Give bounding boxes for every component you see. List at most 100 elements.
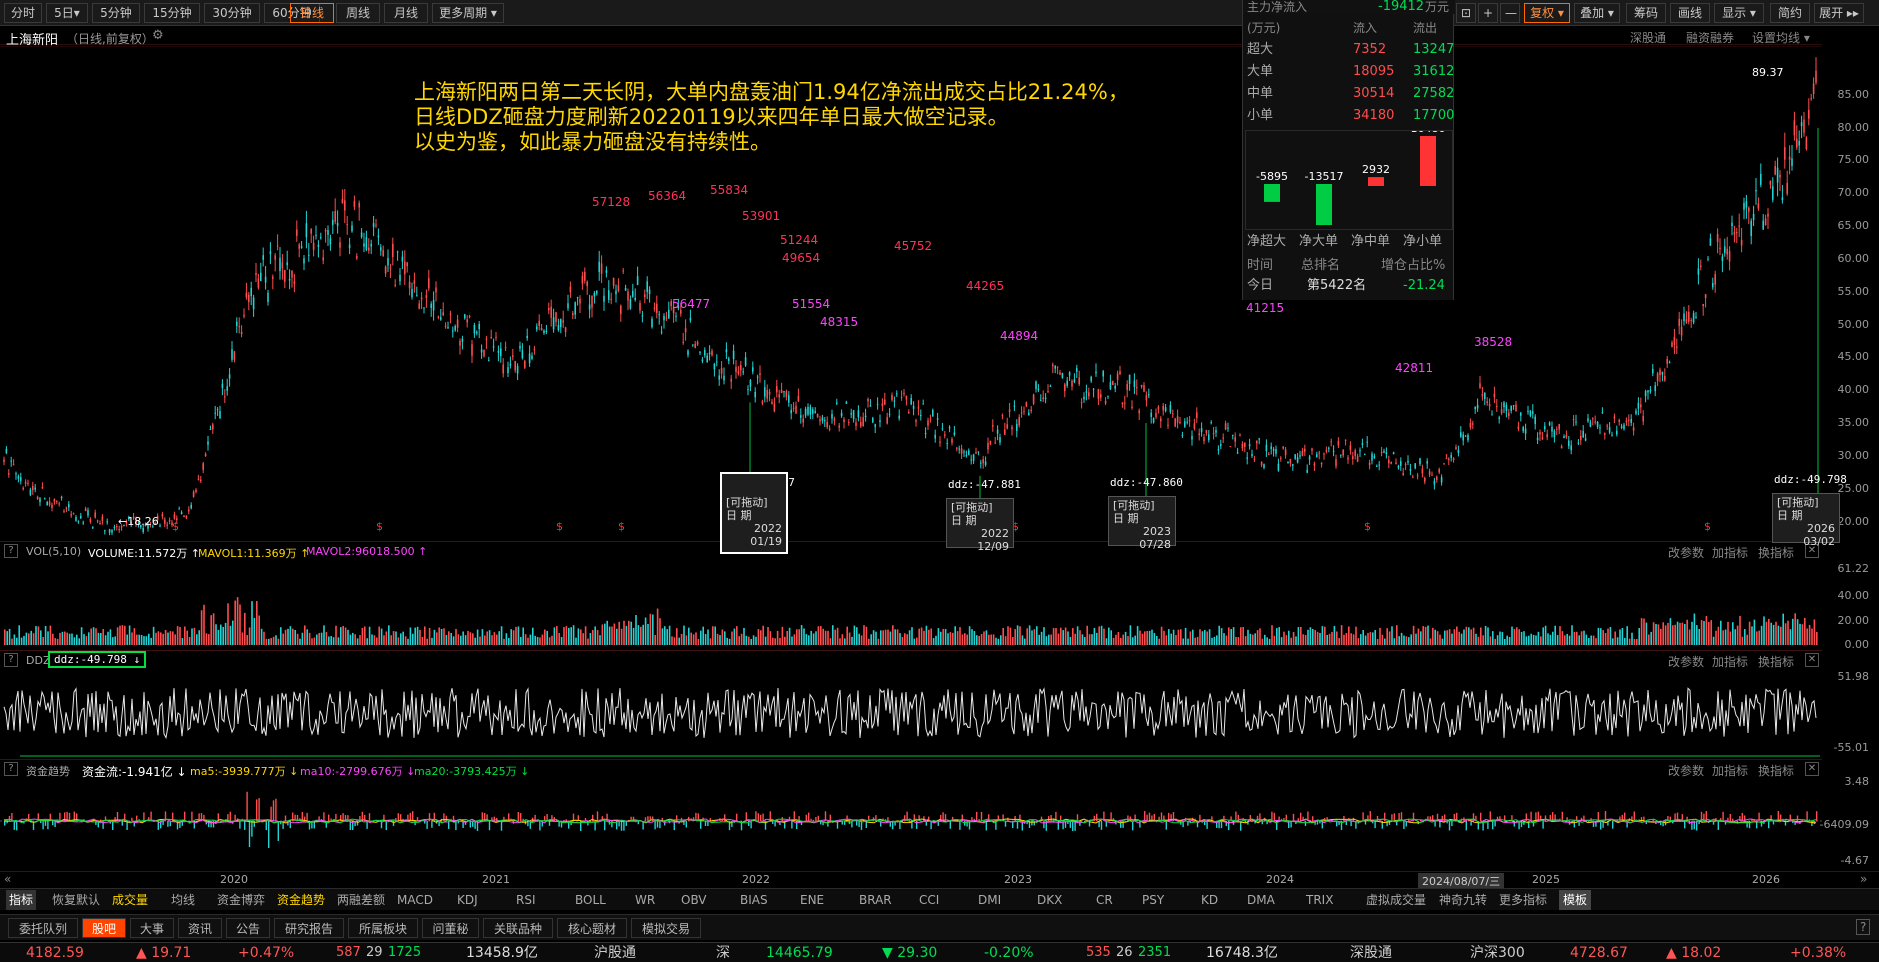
close-icon[interactable]: ✕ xyxy=(1805,653,1819,667)
indicator-tab[interactable]: CCI xyxy=(919,890,939,910)
period-tab-15min[interactable]: 15分钟 xyxy=(144,3,200,23)
period-tab-30min[interactable]: 30分钟 xyxy=(204,3,260,23)
zoom-out-button[interactable]: — xyxy=(1500,3,1520,23)
volume-bar xyxy=(664,626,666,645)
drag-box[interactable]: [可拖动] 日 期 2026 03/02 xyxy=(1772,493,1840,548)
hk-connect-link[interactable]: 深股通 xyxy=(1630,29,1666,46)
volume-bar xyxy=(59,632,61,645)
indicator-tab[interactable]: RSI xyxy=(516,890,536,910)
help-icon[interactable]: ? xyxy=(4,653,18,667)
info-tab[interactable]: 研究报告 xyxy=(274,918,344,938)
cursor-date: 2024/08/07/三 xyxy=(1418,873,1505,889)
info-tab[interactable]: 模拟交易 xyxy=(631,918,701,938)
indicator-tab[interactable]: ENE xyxy=(800,890,824,910)
help-icon[interactable]: ? xyxy=(1856,919,1871,935)
info-tab[interactable]: 资讯 xyxy=(178,918,222,938)
info-tab[interactable]: 大事 xyxy=(130,918,174,938)
period-tab-daily[interactable]: 日线 xyxy=(290,3,334,23)
period-tab-5min[interactable]: 5分钟 xyxy=(92,3,140,23)
expand-button[interactable]: 展开 ▸▸ xyxy=(1814,3,1864,23)
indicator-tab[interactable]: 成交量 xyxy=(112,890,148,910)
info-tab[interactable]: 关联品种 xyxy=(483,918,553,938)
info-tab[interactable]: 委托队列 xyxy=(8,918,78,938)
simple-mode-button[interactable]: 简约 xyxy=(1770,3,1810,23)
candle-body xyxy=(92,527,94,529)
indicator-tab[interactable]: CR xyxy=(1096,890,1113,910)
scroll-right-icon[interactable]: » xyxy=(1860,872,1867,886)
candle-body xyxy=(524,360,526,368)
candle-body xyxy=(783,391,785,393)
display-dropdown[interactable]: 显示 ▾ xyxy=(1714,3,1764,23)
volume-bar xyxy=(1417,628,1420,645)
indicator-tab[interactable]: MACD xyxy=(397,890,433,910)
indicator-tab[interactable]: 恢复默认 xyxy=(52,890,100,910)
candle-body xyxy=(850,413,852,415)
draw-line-button[interactable]: 画线 xyxy=(1670,3,1710,23)
period-tab-5day[interactable]: 5日▾ xyxy=(46,3,88,23)
period-tab-monthly[interactable]: 月线 xyxy=(384,3,428,23)
indicator-tab[interactable]: 模板 xyxy=(1559,890,1592,910)
drag-box[interactable]: [可拖动] 日 期 2022 01/19 xyxy=(720,472,788,554)
gear-icon[interactable]: ⚙ xyxy=(152,28,164,43)
indicator-tab[interactable]: KDJ xyxy=(457,890,478,910)
indicator-tab[interactable]: 资金博弈 xyxy=(217,890,265,910)
drag-box[interactable]: [可拖动] 日 期 2022 12/09 xyxy=(946,498,1014,553)
volume-bar xyxy=(1696,625,1698,645)
chips-button[interactable]: 筹码 xyxy=(1626,3,1666,23)
volume-bar xyxy=(812,633,815,645)
adjust-price-dropdown[interactable]: 复权 ▾ xyxy=(1524,3,1570,23)
ma-settings-link[interactable]: 设置均线 ▾ xyxy=(1752,29,1810,46)
ddz-chart[interactable] xyxy=(0,668,1822,758)
info-tab[interactable]: 问董秘 xyxy=(422,918,479,938)
indicator-tab[interactable]: BOLL xyxy=(575,890,606,910)
help-icon[interactable]: ? xyxy=(4,544,18,558)
volume-bar xyxy=(1765,621,1768,645)
indicator-tab[interactable]: 神奇九转 xyxy=(1439,890,1487,910)
candle-body xyxy=(586,281,588,287)
more-periods-dropdown[interactable]: 更多周期 ▾ xyxy=(432,3,504,23)
volume-bar xyxy=(1578,635,1580,645)
indicator-tab[interactable]: DMI xyxy=(978,890,1001,910)
scroll-left-icon[interactable]: « xyxy=(4,872,11,886)
indicator-tab[interactable]: DMA xyxy=(1247,890,1275,910)
indicator-tab[interactable]: BRAR xyxy=(859,890,892,910)
overlay-dropdown[interactable]: 叠加 ▾ xyxy=(1574,3,1620,23)
indicator-tab[interactable]: 指标 xyxy=(6,890,37,910)
indicator-tab[interactable]: TRIX xyxy=(1306,890,1333,910)
volume-bar xyxy=(688,627,690,645)
info-tab[interactable]: 核心题材 xyxy=(557,918,627,938)
vol-axis-label: 0.00 xyxy=(1844,638,1870,651)
period-tab-intraday[interactable]: 分时 xyxy=(4,3,42,23)
help-icon[interactable]: ? xyxy=(4,762,18,776)
candle-body xyxy=(1236,452,1239,454)
info-tab[interactable]: 股吧 xyxy=(82,918,126,938)
indicator-tab[interactable]: 更多指标 xyxy=(1499,890,1547,910)
period-tab-weekly[interactable]: 周线 xyxy=(336,3,380,23)
indicator-tab[interactable]: 两融差额 xyxy=(337,890,385,910)
close-icon[interactable]: ✕ xyxy=(1805,762,1819,776)
sgt-label[interactable]: 深股通 xyxy=(1350,943,1392,962)
fund-trend-chart[interactable] xyxy=(0,777,1822,867)
volume-bar xyxy=(522,627,524,645)
candle-body xyxy=(377,235,380,238)
zoom-in-button[interactable]: + xyxy=(1478,3,1498,23)
info-tab[interactable]: 所属板块 xyxy=(348,918,418,938)
indicator-tab[interactable]: PSY xyxy=(1142,890,1164,910)
price-label: 53901 xyxy=(742,209,780,223)
indicator-tab[interactable]: WR xyxy=(635,890,655,910)
indicator-tab[interactable]: OBV xyxy=(681,890,707,910)
fullscreen-icon[interactable]: ⊡ xyxy=(1456,3,1476,23)
volume-bar xyxy=(1261,638,1264,645)
info-tab[interactable]: 公告 xyxy=(226,918,270,938)
indicator-tab[interactable]: BIAS xyxy=(740,890,768,910)
margin-link[interactable]: 融资融券 xyxy=(1686,29,1734,46)
drag-box[interactable]: [可拖动] 日 期 2023 07/28 xyxy=(1108,496,1176,551)
volume-chart[interactable] xyxy=(0,559,1822,647)
hgt-label[interactable]: 沪股通 xyxy=(594,943,636,962)
indicator-tab[interactable]: 均线 xyxy=(171,890,195,910)
indicator-tab[interactable]: KD xyxy=(1201,890,1218,910)
indicator-tab[interactable]: DKX xyxy=(1037,890,1062,910)
indicator-tab[interactable]: 虚拟成交量 xyxy=(1366,890,1426,910)
candle-body xyxy=(320,237,322,239)
indicator-tab[interactable]: 资金趋势 xyxy=(277,890,325,910)
